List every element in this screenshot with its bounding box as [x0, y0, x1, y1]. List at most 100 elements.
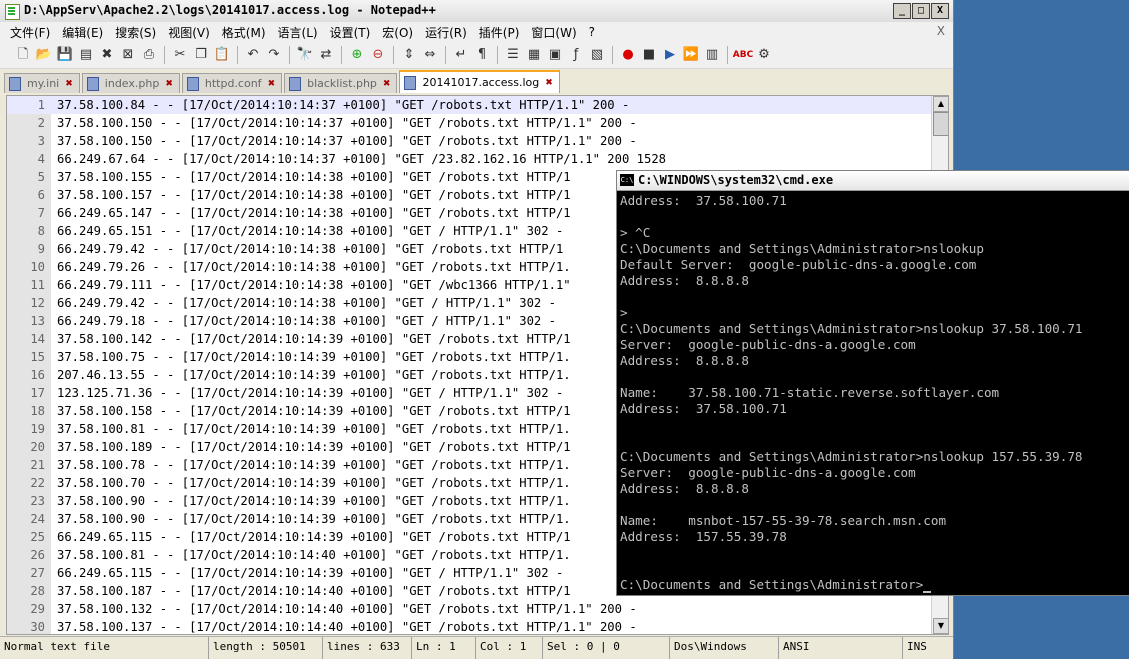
line-text: 66.249.67.64 - - [17/Oct/2014:10:14:37 +… [57, 152, 667, 166]
scroll-down-icon[interactable]: ▼ [933, 618, 948, 634]
status-sel: Sel : 0 | 0 [543, 637, 670, 659]
tab-index-php[interactable]: index.php ✖ [81, 73, 180, 93]
indent-guide-icon[interactable]: ☰ [504, 46, 522, 64]
close-file-icon[interactable]: ✖ [98, 46, 116, 64]
editor-line[interactable]: 29 37.58.100.132 - - [17/Oct/2014:10:14:4… [7, 600, 931, 618]
zoom-out-icon[interactable]: ⊖ [369, 46, 387, 64]
menu-format[interactable]: 格式(M) [216, 24, 272, 41]
show-all-chars-icon[interactable]: ¶ [473, 46, 491, 64]
menu-view[interactable]: 视图(V) [162, 24, 216, 41]
line-text: 37.58.100.157 - - [17/Oct/2014:10:14:38 … [57, 188, 571, 202]
notepad-titlebar[interactable]: D:\AppServ\Apache2.2\logs\20141017.acces… [0, 0, 953, 23]
cmd-line: Server: google-public-dns-a.google.com [620, 465, 1126, 481]
cut-icon[interactable]: ✂ [171, 46, 189, 64]
editor-line[interactable]: 1 37.58.100.84 - - [17/Oct/2014:10:14:37 … [7, 96, 931, 114]
editor-line[interactable]: 2 37.58.100.150 - - [17/Oct/2014:10:14:37… [7, 114, 931, 132]
stop-macro-icon[interactable]: ■ [640, 46, 658, 64]
toolbar: 🗋 📂 💾 ▤ ✖ ⊠ ⎙ ✂ ❐ 📋 ↶ ↷ 🔭 ⇄ ⊕ ⊖ ⇕ ⇔ ↵ ¶ … [0, 42, 953, 69]
close-tab-icon[interactable]: ✖ [65, 79, 73, 89]
tab-my-ini[interactable]: my.ini ✖ [4, 73, 80, 93]
document-map-icon[interactable]: ▣ [546, 46, 564, 64]
line-text: 37.58.100.70 - - [17/Oct/2014:10:14:39 +… [57, 476, 571, 490]
play-macro-icon[interactable]: ▶ [661, 46, 679, 64]
cmd-line: C:\Documents and Settings\Administrator>… [620, 321, 1126, 337]
line-text: 37.58.100.150 - - [17/Oct/2014:10:14:37 … [57, 116, 637, 130]
cmd-line-text: > ^C [620, 225, 651, 240]
status-eol: Dos\Windows [670, 637, 779, 659]
close-tab-icon[interactable]: ✖ [383, 79, 391, 89]
copy-icon[interactable]: ❐ [192, 46, 210, 64]
close-document-button[interactable]: X [937, 24, 945, 38]
close-tab-icon[interactable]: ✖ [165, 79, 173, 89]
cmd-titlebar[interactable]: C:\ C:\WINDOWS\system32\cmd.exe [617, 171, 1129, 191]
line-text: 207.46.13.55 - - [17/Oct/2014:10:14:39 +… [57, 368, 571, 382]
cmd-line: Name: 37.58.100.71-static.reverse.softla… [620, 385, 1126, 401]
cmd-line-text: Address: 8.8.8.8 [620, 273, 749, 288]
scroll-thumb[interactable] [933, 112, 948, 136]
menu-settings[interactable]: 设置(T) [324, 24, 377, 41]
menu-plugins[interactable]: 插件(P) [473, 24, 526, 41]
cmd-window[interactable]: C:\ C:\WINDOWS\system32\cmd.exe Address:… [616, 170, 1129, 596]
cmd-line: C:\Documents and Settings\Administrator>… [620, 449, 1126, 465]
menu-help[interactable]: ? [583, 25, 601, 39]
function-list-icon[interactable]: ƒ [567, 46, 585, 64]
menu-edit[interactable]: 编辑(E) [56, 24, 109, 41]
line-number: 13 [30, 314, 45, 328]
find-icon[interactable]: 🔭 [296, 46, 314, 64]
menu-search[interactable]: 搜索(S) [109, 24, 162, 41]
undo-icon[interactable]: ↶ [244, 46, 262, 64]
zoom-in-icon[interactable]: ⊕ [348, 46, 366, 64]
line-number: 15 [30, 350, 45, 364]
sync-vertical-icon[interactable]: ⇕ [400, 46, 418, 64]
maximize-button[interactable]: □ [912, 3, 930, 19]
close-tab-icon[interactable]: ✖ [545, 78, 553, 88]
cmd-line-text: C:\Documents and Settings\Administrator>… [620, 241, 984, 256]
record-macro-icon[interactable]: ● [619, 46, 637, 64]
editor-line[interactable]: 3 37.58.100.150 - - [17/Oct/2014:10:14:37… [7, 132, 931, 150]
line-number: 10 [30, 260, 45, 274]
editor-line[interactable]: 4 66.249.67.64 - - [17/Oct/2014:10:14:37 … [7, 150, 931, 168]
folder-workspace-icon[interactable]: ▧ [588, 46, 606, 64]
paste-icon[interactable]: 📋 [213, 46, 231, 64]
save-macro-icon[interactable]: ▥ [703, 46, 721, 64]
redo-icon[interactable]: ↷ [265, 46, 283, 64]
menu-window[interactable]: 窗口(W) [525, 24, 582, 41]
new-file-icon[interactable]: 🗋 [14, 46, 32, 64]
play-multiple-macro-icon[interactable]: ⏩ [682, 46, 700, 64]
tab-httpd-conf[interactable]: httpd.conf ✖ [181, 73, 283, 93]
cmd-line [620, 289, 1126, 305]
tab-access-log[interactable]: 20141017.access.log ✖ [399, 70, 560, 93]
save-icon[interactable]: 💾 [56, 46, 74, 64]
plugin-tool-icon[interactable]: ⚙ [755, 46, 773, 64]
editor-line[interactable]: 30 37.58.100.137 - - [17/Oct/2014:10:14:4… [7, 618, 931, 634]
menu-run[interactable]: 运行(R) [419, 24, 473, 41]
menu-language[interactable]: 语言(L) [272, 24, 324, 41]
cmd-line [620, 433, 1126, 449]
sync-horizontal-icon[interactable]: ⇔ [421, 46, 439, 64]
close-tab-icon[interactable]: ✖ [268, 79, 276, 89]
menu-file[interactable]: 文件(F) [4, 24, 56, 41]
status-ln: Ln : 1 [412, 637, 476, 659]
minimize-button[interactable]: _ [893, 3, 911, 19]
spellcheck-icon[interactable]: ABC [733, 46, 753, 64]
toolbar-separator [727, 46, 728, 64]
line-number: 24 [30, 512, 45, 526]
scroll-up-icon[interactable]: ▲ [933, 96, 948, 112]
close-all-icon[interactable]: ⊠ [119, 46, 137, 64]
close-button[interactable]: X [931, 3, 949, 19]
save-all-icon[interactable]: ▤ [77, 46, 95, 64]
open-file-icon[interactable]: 📂 [35, 46, 53, 64]
word-wrap-icon[interactable]: ↵ [452, 46, 470, 64]
line-number: 21 [30, 458, 45, 472]
cmd-console-output[interactable]: Address: 37.58.100.71 > ^C C:\Documents an… [620, 193, 1126, 595]
print-icon[interactable]: ⎙ [140, 46, 158, 64]
line-text: 37.58.100.84 - - [17/Oct/2014:10:14:37 +… [57, 98, 630, 112]
line-number: 7 [37, 206, 45, 220]
toolbar-separator [237, 46, 238, 64]
replace-icon[interactable]: ⇄ [317, 46, 335, 64]
line-number: 26 [30, 548, 45, 562]
line-text: 66.249.79.18 - - [17/Oct/2014:10:14:38 +… [57, 314, 556, 328]
menu-macro[interactable]: 宏(O) [376, 24, 419, 41]
tab-blacklist-php[interactable]: blacklist.php ✖ [284, 73, 398, 93]
user-language-icon[interactable]: ▦ [525, 46, 543, 64]
